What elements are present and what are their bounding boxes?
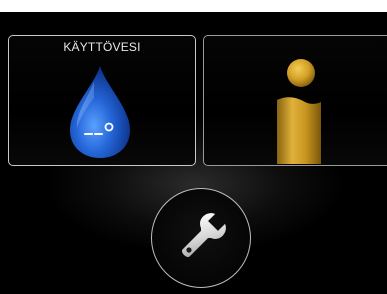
hot-water-tile[interactable]: KÄYTTÖVESI <box>8 35 196 166</box>
info-tile[interactable] <box>203 35 387 166</box>
hot-water-label: KÄYTTÖVESI <box>63 40 141 54</box>
service-button[interactable] <box>151 188 251 288</box>
info-icon <box>271 58 331 164</box>
display-panel: KÄYTTÖVESI <box>0 12 387 294</box>
water-drop-icon <box>64 64 136 160</box>
wrench-icon <box>170 207 232 269</box>
screen: KÄYTTÖVESI <box>0 0 387 294</box>
